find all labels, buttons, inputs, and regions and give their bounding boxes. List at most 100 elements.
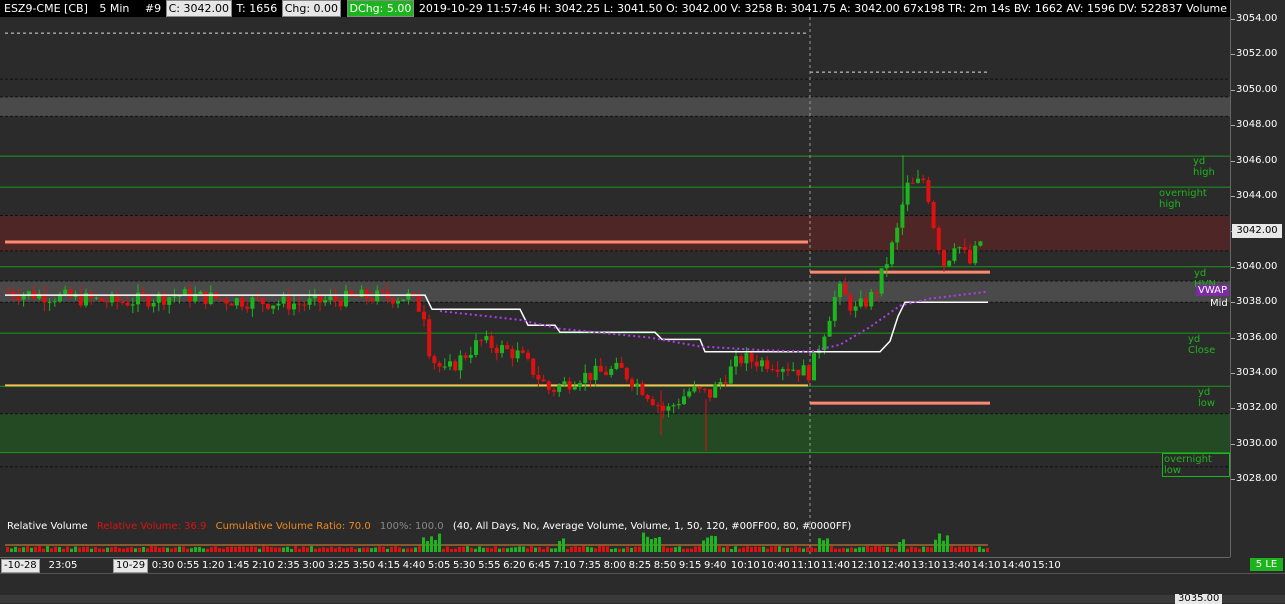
rv-bar: [178, 546, 181, 552]
rv-bar: [130, 547, 133, 552]
x-tick-label: 7:35: [578, 560, 601, 571]
candle-body: [874, 291, 879, 294]
rv-bar: [774, 546, 777, 552]
horizontal-scrollbar[interactable]: [0, 595, 1285, 603]
x-tick-label: 4:40: [402, 560, 426, 571]
price-axis[interactable]: 3054.00 3052.00 3050.00 3048.00 3046.00 3044.…: [1230, 0, 1285, 557]
rv-bar: [378, 546, 381, 552]
x-tick-label: 3:25: [327, 560, 350, 571]
rv-bar: [426, 541, 429, 552]
rv-bar: [370, 548, 373, 552]
x-tick-label: 11:10: [791, 560, 820, 571]
rv-bar: [70, 548, 73, 552]
candle-body: [843, 283, 848, 296]
rv-bar: [46, 546, 49, 552]
rv-bar: [678, 546, 681, 552]
rv-bar: [122, 548, 125, 552]
candle-body: [364, 289, 369, 299]
rv-bar: [142, 547, 145, 552]
level-label-mid: Mid: [1210, 298, 1228, 309]
rv-bar: [78, 547, 81, 552]
rv-bar: [438, 533, 441, 552]
rv-bar: [746, 546, 749, 552]
candle-body: [468, 354, 473, 358]
rv-bar: [394, 546, 397, 552]
candle-body: [448, 361, 452, 367]
rv-bar: [670, 547, 673, 552]
candle-body: [635, 383, 640, 387]
rv-bar: [382, 546, 385, 552]
rv-bar: [230, 546, 233, 552]
candle-body: [947, 260, 952, 266]
rv-bar: [662, 546, 665, 552]
rv-bar: [738, 548, 741, 552]
rv-bar: [326, 548, 329, 552]
rv-bar: [966, 546, 969, 552]
rv-bar: [686, 548, 689, 552]
candle-body: [52, 301, 57, 303]
rv-bar: [10, 548, 13, 552]
level-label-overnight-high: overnight high: [1159, 188, 1207, 210]
candle-body: [505, 345, 510, 350]
candle-body: [931, 201, 936, 229]
rv-bar: [302, 546, 305, 552]
rv-bar: [62, 548, 65, 552]
candle-body: [151, 302, 156, 307]
rv-bar: [782, 547, 785, 552]
rv-bar: [182, 546, 185, 552]
candle-body: [848, 295, 853, 311]
rv-bar: [534, 547, 537, 552]
candle-body: [760, 360, 764, 367]
rv-bar: [210, 547, 213, 552]
rv-bar: [926, 547, 929, 552]
candle-body: [619, 362, 624, 368]
chart-canvas[interactable]: [0, 17, 1230, 557]
rv-bar: [74, 546, 77, 552]
rv-bar: [762, 546, 765, 552]
rv-bar: [470, 547, 473, 552]
rv-bar: [674, 547, 677, 552]
candle-body: [962, 247, 967, 250]
rv-bar: [934, 539, 937, 552]
candle-body: [578, 383, 582, 387]
rv-bar: [642, 532, 645, 552]
candle-body: [292, 303, 296, 310]
candle-body: [926, 180, 931, 202]
candle-body: [26, 291, 31, 295]
candle-body: [302, 304, 307, 306]
candle-body: [905, 182, 910, 205]
candle-body: [453, 361, 458, 371]
rv-bar: [606, 546, 609, 552]
candle-body: [531, 358, 536, 375]
chart-plot-area[interactable]: yd high overnight high yd HVN VWAP Mid y…: [0, 17, 1230, 557]
rv-bar: [310, 546, 313, 552]
rv-bar: [286, 546, 289, 552]
date-tag-left: -10-28: [1, 559, 40, 573]
candle-body: [146, 295, 151, 307]
candle-body: [500, 345, 504, 354]
candle-body: [219, 298, 224, 300]
candle-body: [676, 404, 681, 406]
rv-bar: [422, 537, 425, 552]
rv-bar: [194, 547, 197, 552]
rv-bar: [494, 546, 497, 552]
rv-bar: [126, 547, 129, 552]
rv-bar: [462, 546, 465, 552]
rv-bar: [174, 547, 177, 552]
candle-body: [661, 405, 666, 411]
candle-body: [94, 297, 99, 299]
time-axis[interactable]: -10-28 10-29 23:05 0:30 0:55 1:20 1:45 2:10 2:…: [0, 557, 1230, 574]
rv-bar: [270, 547, 273, 552]
candle-body: [474, 340, 478, 355]
candle-body: [333, 296, 338, 301]
bar-label: #9: [144, 2, 162, 15]
rv-bar: [654, 537, 657, 552]
candle-body: [250, 297, 255, 309]
rv-bar: [506, 548, 509, 552]
info-rest: 2019-10-29 11:57:46 H: 3042.25 L: 3041.5…: [418, 2, 1230, 15]
rv-bar: [542, 548, 545, 552]
rv-bar: [718, 546, 721, 552]
rv-bar: [910, 546, 913, 552]
rv-bar: [502, 547, 505, 552]
rv-bar: [322, 547, 325, 552]
